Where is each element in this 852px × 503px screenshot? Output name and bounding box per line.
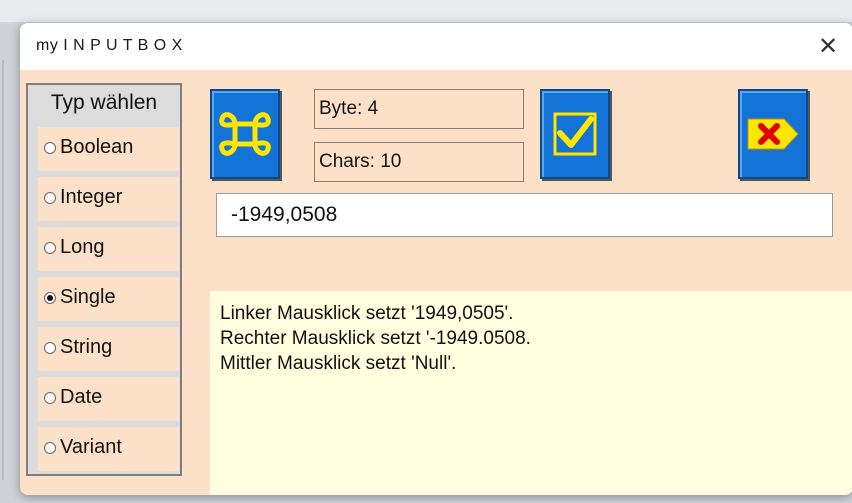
title-bar: my I N P U T B O X ✕ bbox=[20, 23, 852, 70]
radio-button[interactable] bbox=[44, 392, 56, 404]
type-option-integer[interactable]: Integer bbox=[38, 177, 179, 221]
radio-button[interactable] bbox=[44, 192, 56, 204]
command-button[interactable] bbox=[210, 89, 280, 179]
help-message-line: Linker Mausklick setzt '1949,0505'. bbox=[220, 303, 514, 324]
radio-button[interactable] bbox=[44, 342, 56, 354]
type-option-label: Integer bbox=[60, 186, 123, 208]
type-option-label: Long bbox=[60, 236, 105, 258]
type-selection-frame: Typ wählen Boolean Integer Long Single S… bbox=[26, 83, 182, 476]
radio-button-selected[interactable] bbox=[44, 292, 56, 304]
value-input[interactable] bbox=[216, 193, 833, 237]
inputbox-dialog: my I N P U T B O X ✕ Typ wählen Boolean … bbox=[20, 23, 852, 495]
type-option-label: Date bbox=[60, 386, 103, 408]
type-option-label: Single bbox=[60, 286, 116, 308]
background-gridline bbox=[2, 60, 4, 480]
window-title: my I N P U T B O X bbox=[36, 37, 183, 54]
checkmark-icon bbox=[553, 112, 597, 156]
type-option-label: Boolean bbox=[60, 136, 134, 158]
help-message-line: Rechter Mausklick setzt '-1949.0508. bbox=[220, 328, 531, 349]
background-window-strip bbox=[0, 0, 852, 22]
ok-button[interactable] bbox=[540, 89, 610, 179]
help-message-area: Linker Mausklick setzt '1949,0505'. Rech… bbox=[210, 291, 852, 495]
byte-count-text: Byte: 4 bbox=[319, 98, 379, 119]
radio-button[interactable] bbox=[44, 242, 56, 254]
type-option-string[interactable]: String bbox=[38, 327, 179, 371]
cancel-x-icon bbox=[747, 118, 799, 150]
close-icon[interactable]: ✕ bbox=[803, 23, 852, 70]
type-option-date[interactable]: Date bbox=[38, 377, 179, 421]
type-option-long[interactable]: Long bbox=[38, 227, 179, 271]
byte-count-display: Byte: 4 bbox=[314, 89, 524, 129]
type-option-label: Variant bbox=[60, 436, 122, 458]
type-selection-title: Typ wählen bbox=[50, 91, 158, 114]
type-option-variant[interactable]: Variant bbox=[38, 427, 179, 471]
type-option-label: String bbox=[60, 336, 113, 358]
radio-button[interactable] bbox=[44, 442, 56, 454]
help-message-line: Mittler Mausklick setzt 'Null'. bbox=[220, 353, 457, 374]
type-option-boolean[interactable]: Boolean bbox=[38, 127, 179, 171]
char-count-display: Chars: 10 bbox=[314, 142, 524, 182]
radio-button[interactable] bbox=[44, 142, 56, 154]
command-key-icon bbox=[219, 112, 271, 156]
char-count-text: Chars: 10 bbox=[319, 151, 402, 172]
type-option-single[interactable]: Single bbox=[38, 277, 179, 321]
cancel-button[interactable] bbox=[738, 89, 808, 179]
